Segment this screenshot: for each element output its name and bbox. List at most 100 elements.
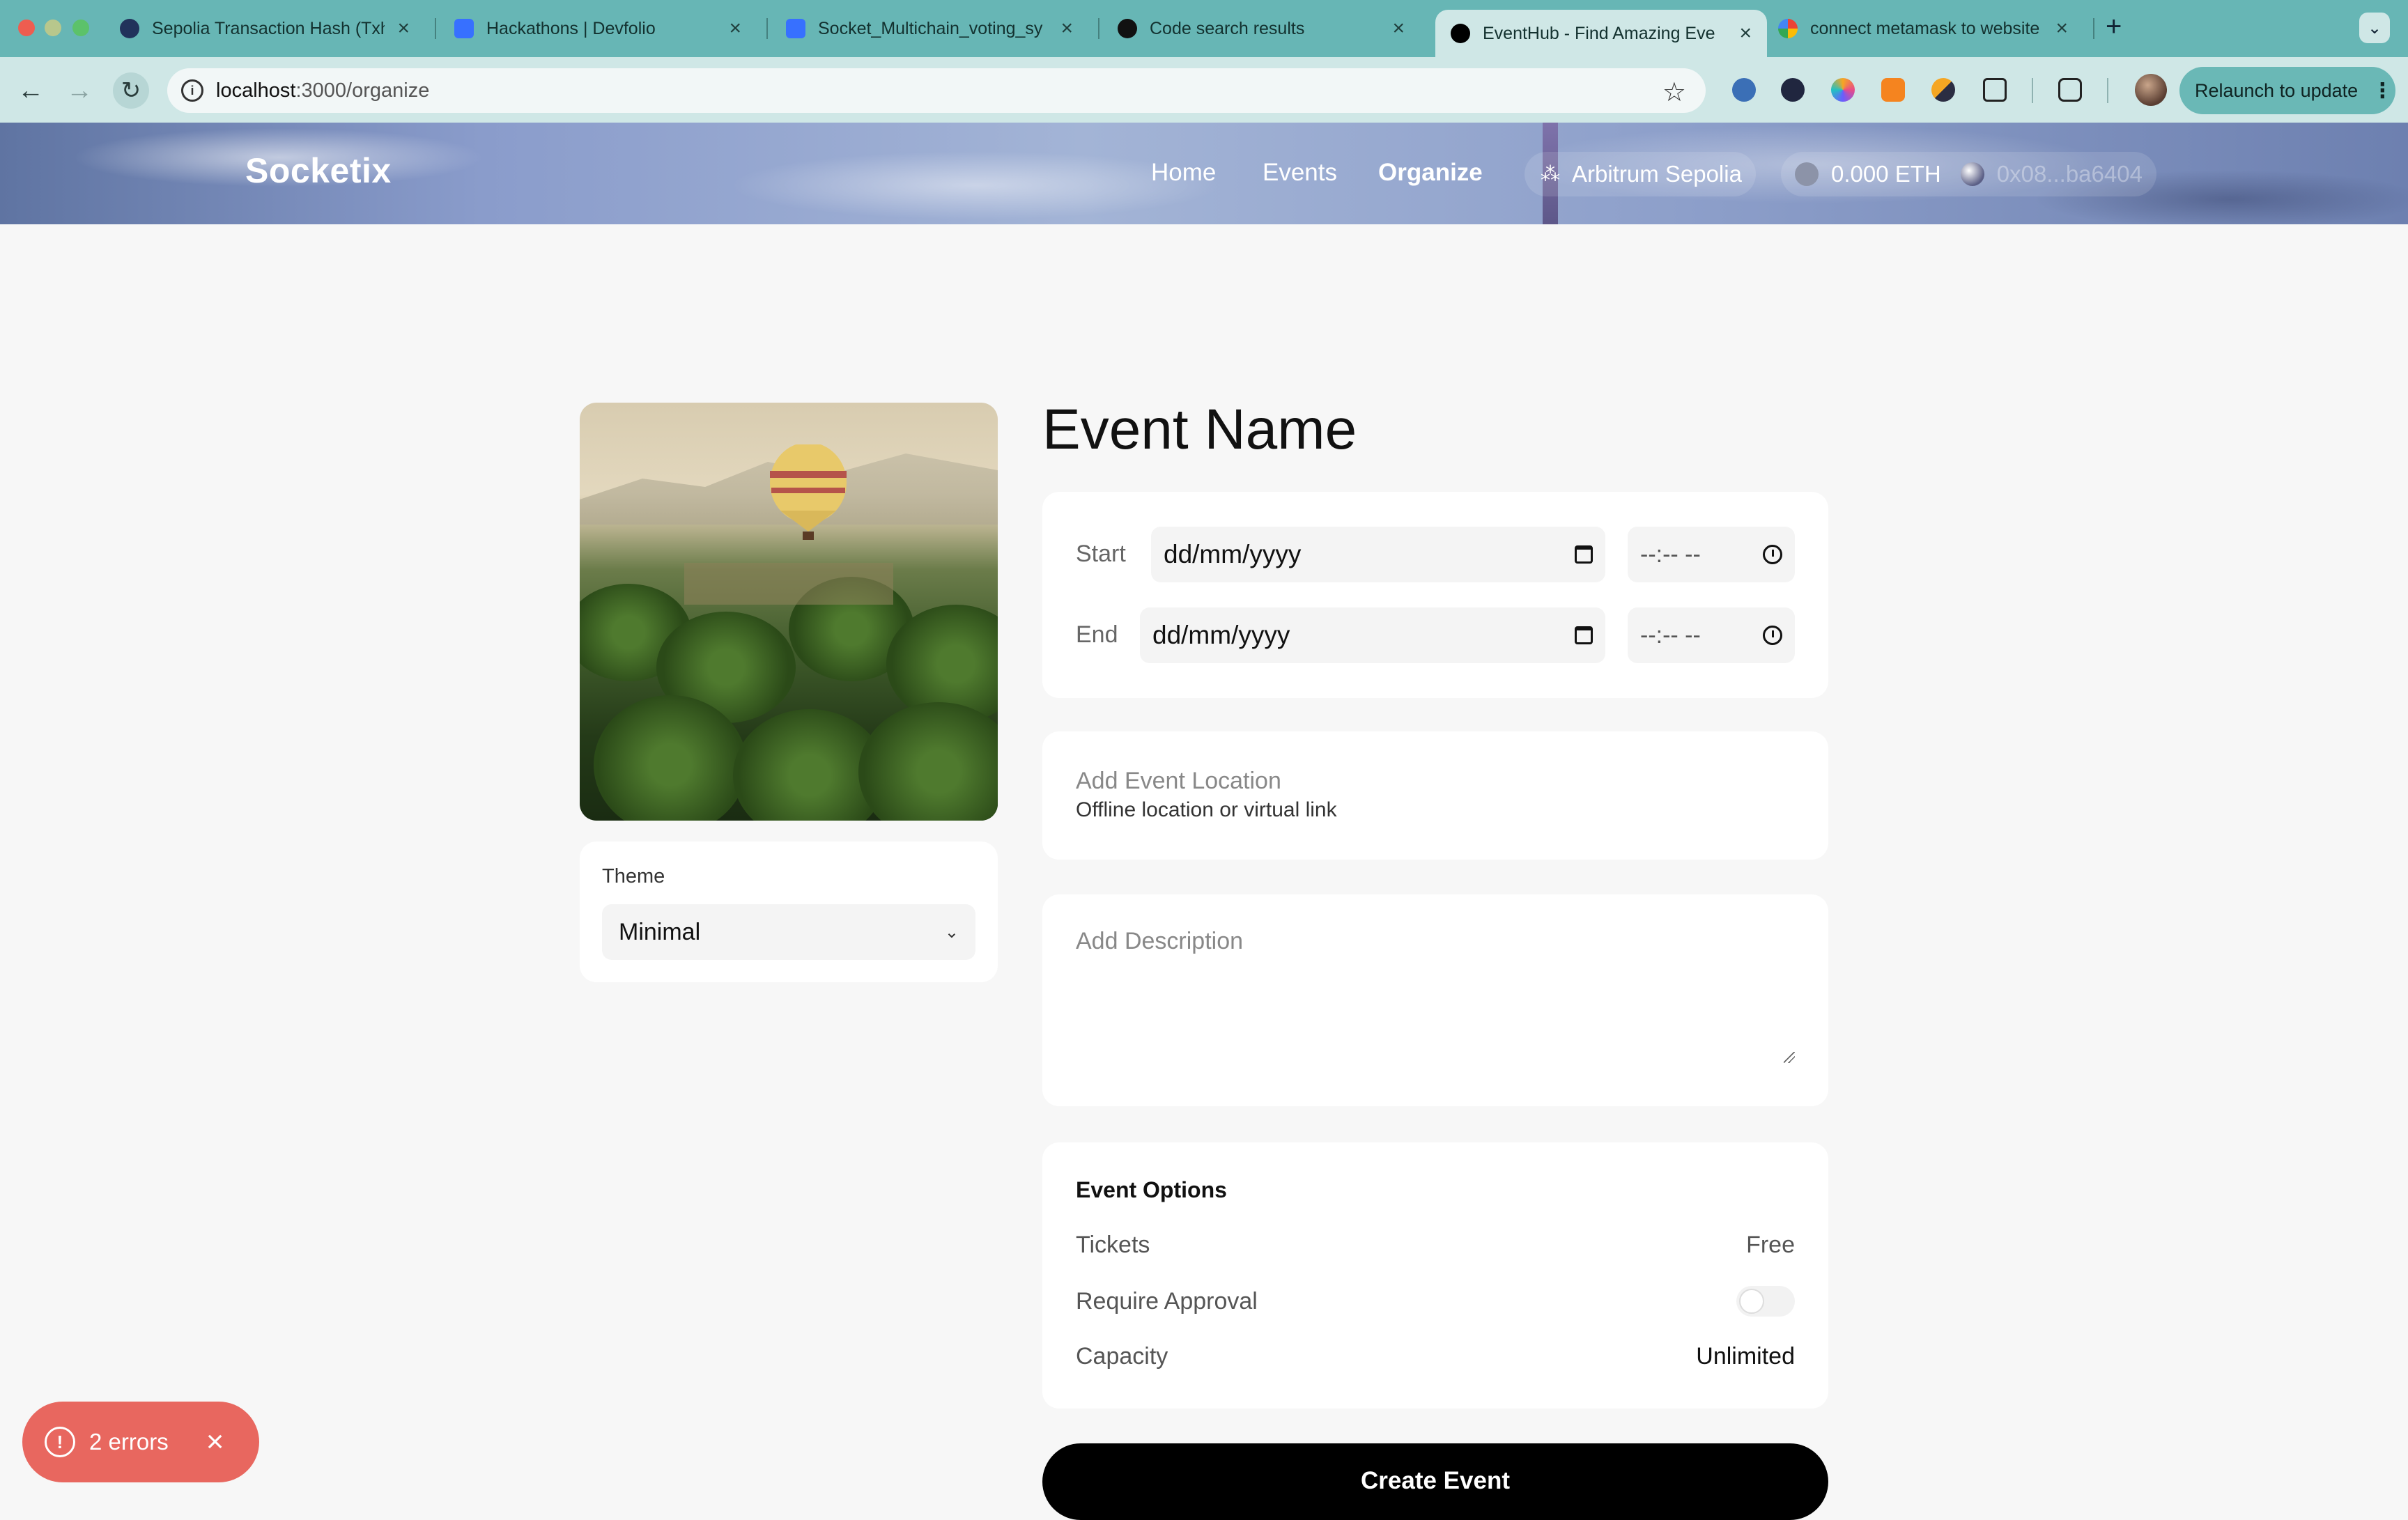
end-time-input[interactable]: --:-- -- — [1628, 607, 1795, 663]
extension-rainbow-icon[interactable] — [1831, 78, 1855, 102]
start-date-input[interactable]: dd/mm/yyyy — [1151, 527, 1605, 582]
close-tab-icon[interactable]: × — [1060, 18, 1073, 39]
tab-sepolia-transaction[interactable]: Sepolia Transaction Hash (Txh × — [105, 10, 425, 47]
tab-title: Socket_Multichain_voting_sy — [818, 18, 1043, 38]
reload-icon: ↻ — [121, 77, 141, 104]
minimize-window-button[interactable] — [45, 20, 61, 36]
address-bar[interactable]: i localhost:3000/organize ☆ — [167, 68, 1706, 113]
network-icon: ⁂ — [1541, 163, 1560, 185]
theme-label: Theme — [602, 865, 665, 887]
relaunch-label: Relaunch to update — [2195, 79, 2359, 101]
close-tab-icon[interactable]: × — [2055, 18, 2068, 39]
palm-tree — [858, 702, 998, 821]
close-tab-icon[interactable]: × — [1739, 23, 1752, 44]
balance-token-icon — [1795, 162, 1819, 186]
site-header: Socketix Home Events Organize ⁂ Arbitrum… — [0, 123, 2408, 224]
tab-divider — [2093, 18, 2094, 39]
close-window-button[interactable] — [18, 20, 35, 36]
tab-devfolio-hackathons[interactable]: Hackathons | Devfolio × — [439, 10, 757, 47]
capacity-value[interactable]: Unlimited — [1696, 1343, 1795, 1370]
browser-toolbar: ← → ↻ i localhost:3000/organize ☆ Relaun… — [0, 57, 2408, 123]
tab-divider — [766, 18, 768, 39]
new-tab-button[interactable]: + — [2106, 13, 2122, 40]
create-event-button[interactable]: Create Event — [1042, 1443, 1828, 1520]
profile-avatar[interactable] — [2135, 74, 2167, 106]
require-approval-toggle[interactable] — [1736, 1286, 1795, 1317]
hot-air-balloon-illustration — [770, 444, 847, 540]
capacity-row[interactable]: Capacity Unlimited — [1076, 1343, 1795, 1370]
tickets-row[interactable]: Tickets Free — [1076, 1232, 1795, 1259]
toggle-knob — [1739, 1289, 1764, 1314]
event-name-input[interactable]: Event Name — [1042, 397, 1357, 463]
event-options-card: Event Options Tickets Free Require Appro… — [1042, 1142, 1828, 1409]
theme-select[interactable]: Minimal ⌄ — [602, 904, 975, 960]
tab-title: Code search results — [1150, 18, 1305, 38]
etherscan-icon — [120, 19, 139, 38]
approval-label: Require Approval — [1076, 1287, 1258, 1315]
start-time-input[interactable]: --:-- -- — [1628, 527, 1795, 582]
nav-events[interactable]: Events — [1263, 159, 1337, 187]
close-icon[interactable]: × — [206, 1427, 224, 1457]
location-title: Add Event Location — [1076, 768, 1281, 794]
end-time-value: --:-- -- — [1640, 621, 1701, 649]
tab-code-search[interactable]: Code search results × — [1102, 10, 1420, 47]
extensions-puzzle-icon[interactable] — [1983, 78, 2007, 102]
start-date-value: dd/mm/yyyy — [1164, 540, 1302, 568]
end-date-input[interactable]: dd/mm/yyyy — [1140, 607, 1605, 663]
bookmark-star-icon[interactable]: ☆ — [1662, 77, 1686, 108]
cover-buildings — [684, 563, 893, 605]
end-label: End — [1076, 621, 1118, 648]
tab-title: connect metamask to website — [1810, 18, 2040, 38]
google-icon — [1778, 19, 1798, 38]
maximize-window-button[interactable] — [72, 20, 89, 36]
description-input[interactable]: Add Description — [1042, 894, 1828, 1106]
close-tab-icon[interactable]: × — [729, 18, 741, 39]
relaunch-button[interactable]: Relaunch to update ⋮ — [2179, 67, 2395, 114]
network-selector[interactable]: ⁂ Arbitrum Sepolia — [1525, 152, 1756, 196]
close-tab-icon[interactable]: × — [1392, 18, 1405, 39]
metamask-fox-icon[interactable] — [1881, 78, 1905, 102]
account-avatar-icon — [1960, 162, 1984, 186]
extension-ghost-icon[interactable] — [1781, 78, 1805, 102]
network-name: Arbitrum Sepolia — [1572, 161, 1742, 187]
clock-icon[interactable] — [1763, 626, 1782, 645]
nav-home[interactable]: Home — [1151, 159, 1216, 187]
devfolio-icon — [786, 19, 805, 38]
site-info-icon[interactable]: i — [181, 79, 203, 102]
tab-eventhub[interactable]: EventHub - Find Amazing Eve × — [1435, 10, 1767, 57]
url-text[interactable]: localhost:3000/organize — [216, 79, 429, 102]
forward-button[interactable]: → — [61, 72, 98, 109]
nav-organize[interactable]: Organize — [1378, 159, 1483, 187]
site-logo[interactable]: Socketix — [245, 150, 392, 191]
tab-title: EventHub - Find Amazing Eve — [1483, 23, 1715, 43]
wallet-balance: 0.000 ETH — [1831, 161, 1941, 187]
calendar-icon[interactable] — [1575, 545, 1593, 564]
close-tab-icon[interactable]: × — [397, 18, 410, 39]
reload-button[interactable]: ↻ — [113, 72, 149, 109]
tab-divider — [435, 18, 436, 39]
extension-lens-icon[interactable] — [1732, 78, 1756, 102]
event-cover-image[interactable] — [580, 403, 998, 821]
github-icon — [1118, 19, 1137, 38]
capacity-label: Capacity — [1076, 1343, 1168, 1370]
resize-handle-icon[interactable] — [1784, 1052, 1795, 1063]
extension-phantom-icon[interactable] — [1931, 78, 1955, 102]
location-input[interactable]: Add Event Location Offline location or v… — [1042, 731, 1828, 860]
wallet-account[interactable]: 0.000 ETH 0x08...ba6404 — [1781, 152, 2156, 196]
tab-socket-multichain[interactable]: Socket_Multichain_voting_sy × — [771, 10, 1088, 47]
screenshot-icon[interactable] — [2058, 78, 2082, 102]
calendar-icon[interactable] — [1575, 626, 1593, 644]
tab-google-search[interactable]: connect metamask to website × — [1763, 10, 2083, 47]
back-button[interactable]: ← — [13, 72, 49, 109]
arrow-left-icon: ← — [17, 75, 44, 105]
tab-search-button[interactable]: ⌄ — [2359, 13, 2390, 43]
more-vertical-icon: ⋮ — [2372, 79, 2393, 102]
toolbar-divider — [2032, 78, 2033, 103]
tab-title: Sepolia Transaction Hash (Txh — [152, 18, 385, 38]
clock-icon[interactable] — [1763, 545, 1782, 564]
error-count-label[interactable]: 2 errors — [89, 1429, 169, 1455]
arrow-right-icon: → — [66, 75, 93, 105]
tickets-value[interactable]: Free — [1746, 1232, 1795, 1259]
browser-tab-bar: Sepolia Transaction Hash (Txh × Hackatho… — [0, 0, 2408, 57]
error-toast[interactable]: ! 2 errors × — [22, 1402, 259, 1482]
